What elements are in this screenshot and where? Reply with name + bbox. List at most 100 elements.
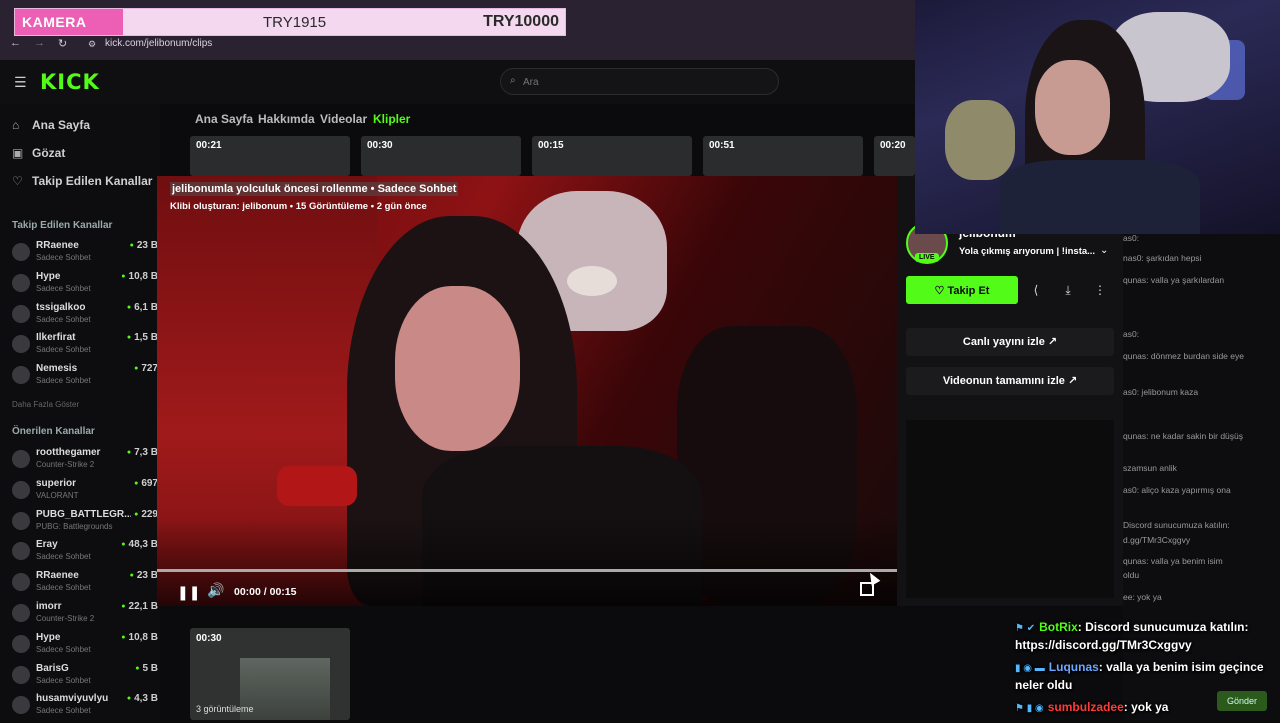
channel-name: Nemesis [36, 363, 78, 375]
clip-views: 3 görüntüleme [196, 704, 254, 714]
channel-name: BarisG [36, 662, 69, 674]
channel-category: Sadece Sohbet [36, 706, 91, 716]
sidebar-channel[interactable]: NemesisSadece Sohbet 727 [12, 363, 160, 393]
channel-category: Sadece Sohbet [36, 583, 91, 593]
forward-icon[interactable]: → [34, 37, 45, 49]
camera-label: KAMERA [15, 9, 123, 35]
pause-button[interactable]: ❚❚ [177, 584, 200, 601]
download-icon[interactable]: ⤓ [1055, 276, 1081, 304]
share-icon[interactable]: ⟨ [1023, 276, 1049, 304]
channel-name: tssigalkoo [36, 301, 86, 313]
show-more-link[interactable]: Daha Fazla Göster [12, 400, 79, 409]
channel-name: RRaenee [36, 240, 79, 251]
sidebar-channel[interactable]: HypeSadece Sohbet 10,8 B [12, 271, 160, 301]
avatar [12, 335, 30, 354]
avatar [12, 366, 30, 385]
clip-video-player[interactable]: jelibonumla yolculuk öncesi rollenme • S… [157, 176, 897, 606]
sidebar-channel[interactable]: RRaeneeSadece Sohbet23 B [12, 570, 160, 600]
clip-thumbnail[interactable]: 00:21 [190, 136, 350, 176]
viewer-count: 10,8 B [121, 271, 158, 282]
chat-message: qunas: ne kadar sakin bir düşüş [1123, 431, 1244, 441]
webcam-person-face [1035, 60, 1110, 155]
tab-videos[interactable]: Videolar [320, 112, 367, 126]
followed-channels-heading: Takip Edilen Kanallar [12, 220, 113, 231]
chevron-down-icon[interactable]: ⌄ [1100, 245, 1108, 256]
sidebar-channel[interactable]: HypeSadece Sohbet 10,8 B [12, 632, 160, 662]
overlay-chat-message: ⚑ ▮ ◉ sumbulzadee: yok ya [1015, 700, 1169, 714]
external-link-icon: ↗ [1067, 375, 1078, 387]
donation-goal-bar: KAMERA TRY1915 TRY10000 [14, 8, 566, 36]
chat-message: oldu [1123, 570, 1140, 580]
external-link-icon: ↗ [1047, 336, 1058, 348]
webcam-overlay [915, 0, 1280, 234]
kick-logo[interactable]: KICK [40, 70, 100, 94]
sidebar-item-home[interactable]: ⌂ Ana Sayfa [12, 118, 90, 132]
channel-name: superior [36, 477, 77, 489]
viewer-count: 697 [134, 478, 158, 489]
sidebar-channel[interactable]: PUBG_BATTLEGR...PUBG: Battlegrounds 229 [12, 509, 160, 539]
channel-category: VALORANT [36, 490, 79, 500]
follow-button[interactable]: ♡ Takip Et [906, 276, 1018, 304]
more-options-icon[interactable]: ⋮ [1087, 276, 1113, 304]
tab-home[interactable]: Ana Sayfa [195, 112, 253, 126]
viewer-count: 48,3 B [121, 539, 158, 550]
video-frame-plush-face [567, 266, 617, 296]
menu-icon[interactable]: ☰ [14, 74, 27, 91]
viewer-count: 10,8 B [121, 632, 158, 643]
viewer-count: 6,1 B [127, 302, 158, 313]
sidebar-channel[interactable]: superiorVALORANT 697 [12, 478, 160, 508]
avatar [12, 243, 30, 261]
channel-name: husamviyuvlyu [36, 693, 109, 705]
avatar [12, 480, 30, 499]
channel-category: Counter-Strike 2 [36, 460, 95, 469]
sidebar-channel[interactable]: EraySadece Sohbet 48,3 B [12, 539, 160, 569]
search-icon: ⌕ [510, 75, 516, 86]
sidebar-item-following[interactable]: ♡ Takip Edilen Kanallar [12, 174, 152, 188]
sidebar-item-browse[interactable]: ▣ Gözat [12, 146, 65, 160]
home-icon: ⌂ [12, 118, 20, 132]
sidebar-channel[interactable]: tssigalkooSadece Sohbet 6,1 B [12, 302, 160, 332]
channel-name: Eray [36, 539, 58, 551]
sidebar-channel[interactable]: imorr Counter-Strike 2 22,1 B [12, 601, 160, 631]
clip-thumbnail[interactable]: 00:30 [361, 136, 521, 176]
avatar [12, 542, 30, 561]
tab-about[interactable]: Hakkımda [258, 112, 315, 126]
clip-card[interactable]: 00:30 3 görüntüleme [190, 628, 350, 720]
sidebar-channel[interactable]: husamviyuvlyuSadece Sohbet 4,3 B [12, 693, 160, 723]
info-panel-empty-area [906, 420, 1114, 598]
search-input[interactable] [523, 73, 763, 91]
chat-message: szamsun anlik [1123, 463, 1177, 473]
avatar [12, 304, 30, 323]
viewer-count: 5 B [135, 663, 158, 674]
sidebar-channel[interactable]: IlkerfiratSadece Sohbet 1,5 B [12, 332, 160, 362]
avatar [12, 665, 30, 684]
address-bar[interactable]: kick.com/jelibonum/clips [105, 38, 212, 49]
watch-live-button[interactable]: Canlı yayını izle ↗ [906, 328, 1114, 356]
channel-name: Hype [36, 631, 61, 643]
volume-icon[interactable]: 🔊 [207, 582, 224, 599]
chat-message: as0: aliço kaza yapırmış ona [1123, 485, 1231, 495]
chat-send-button[interactable]: Gönder [1217, 691, 1267, 711]
chat-message: ee: yok ya [1123, 592, 1162, 602]
clip-thumbnail[interactable]: 00:51 [703, 136, 863, 176]
video-frame-toy-car [277, 466, 357, 506]
channel-category: Counter-Strike 2 [36, 614, 95, 623]
watch-full-video-button[interactable]: Videonun tamamını izle ↗ [906, 367, 1114, 395]
clip-duration: 00:30 [196, 633, 222, 644]
channel-category: Sadece Sohbet [36, 376, 91, 386]
site-info-icon[interactable]: ⚙ [88, 39, 96, 50]
tab-clips[interactable]: Klipler [373, 112, 410, 126]
chat-message: d.gg/TMr3Cxggvy [1123, 535, 1191, 545]
chat-message: Discord sunucumuza katılın: [1123, 520, 1230, 530]
sidebar-channel[interactable]: rootthegamer Counter-Strike 2 7,3 B [12, 447, 160, 477]
video-time: 00:00 / 00:15 [234, 586, 297, 598]
reload-icon[interactable]: ↻ [58, 37, 67, 50]
search-bar[interactable]: ⌕ [500, 68, 779, 95]
back-icon[interactable]: ← [10, 37, 21, 49]
recommended-channels-heading: Önerilen Kanallar [12, 426, 95, 437]
clip-thumbnail[interactable]: 00:20 [874, 136, 915, 176]
sidebar-channel[interactable]: RRaeneeSadece Sohbet23 B [12, 240, 160, 270]
video-progress-bar[interactable] [157, 569, 897, 572]
clip-thumbnail[interactable]: 00:15 [532, 136, 692, 176]
sidebar-channel[interactable]: BarisGSadece Sohbet 5 B [12, 663, 160, 693]
